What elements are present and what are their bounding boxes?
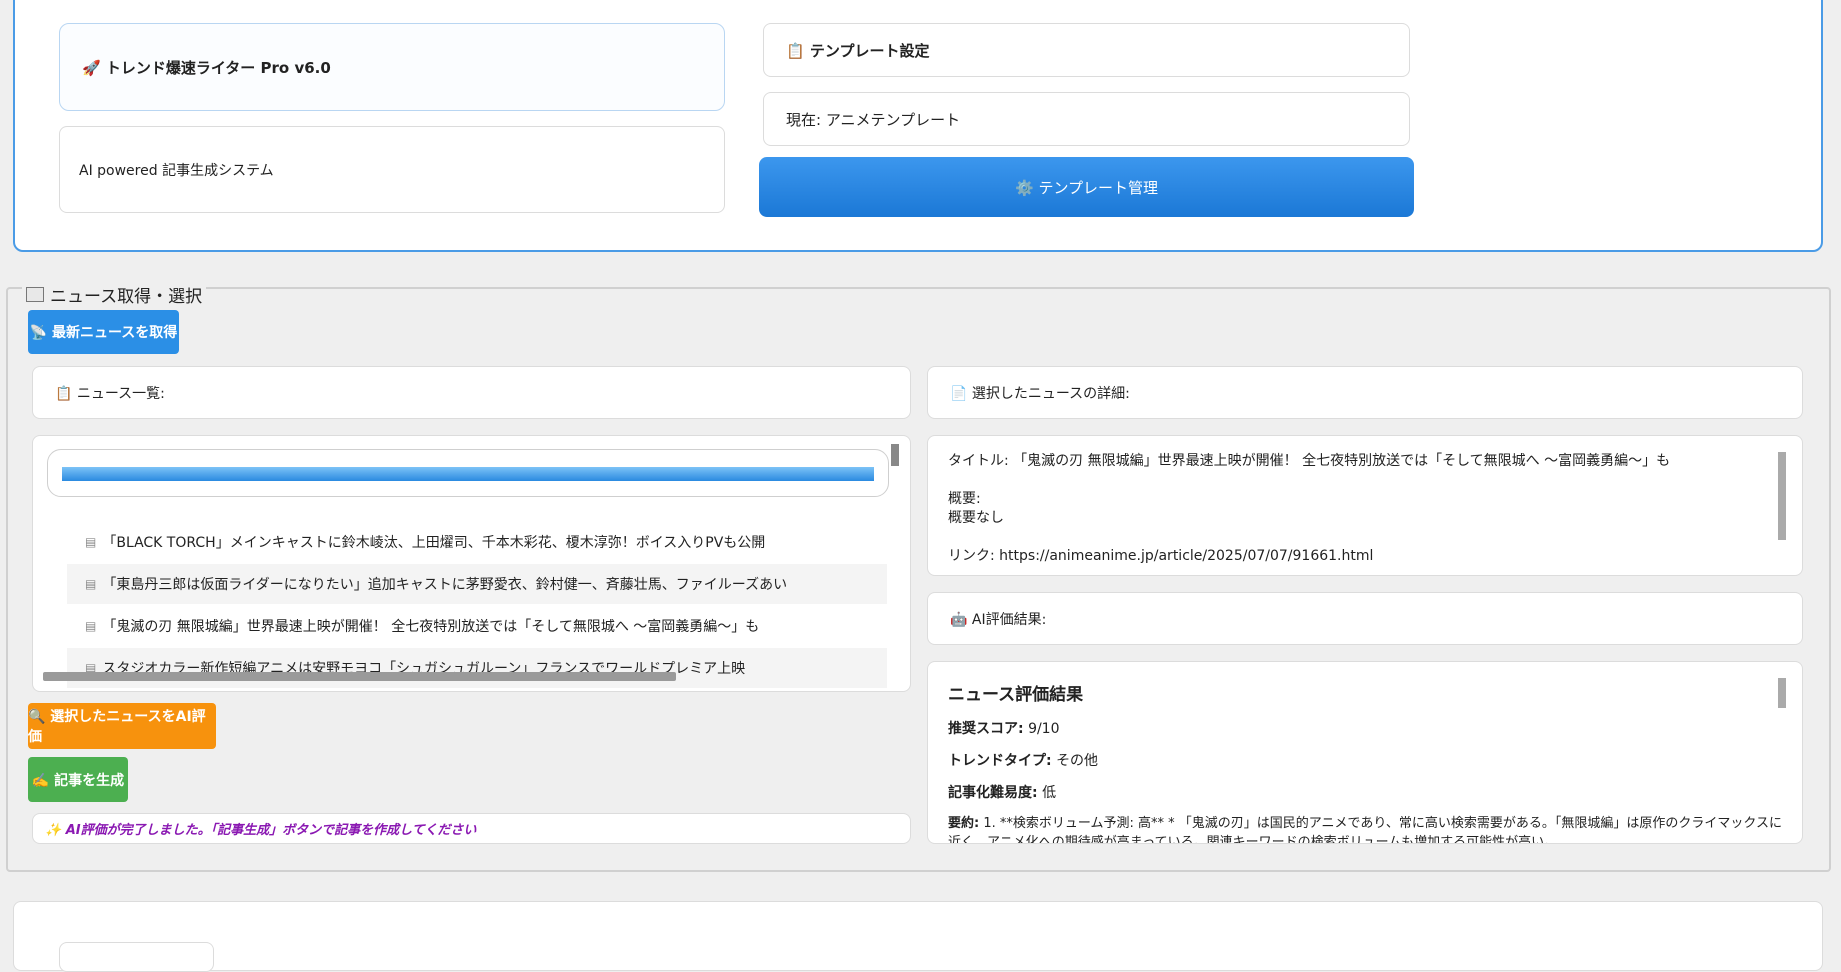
newspaper-icon <box>26 286 44 302</box>
template-manage-button[interactable]: ⚙️ テンプレート管理 <box>759 157 1414 217</box>
status-message: ✨ AI評価が完了しました。「記事生成」ボタンで記事を作成してください <box>32 813 911 844</box>
news-list-horizontal-scrollbar[interactable] <box>43 672 676 681</box>
ai-summary-row: 要約: 1. **検索ボリューム予測: 高** * 「鬼滅の刃」は国民的アニメで… <box>948 814 1782 844</box>
list-item[interactable]: ▤ スタジオカラー新作短編アニメは安野モヨコ「シュガシュガルーン」フランスでワー… <box>67 648 887 688</box>
news-item-title: 「東島丹三郎は仮面ライダーになりたい」追加キャストに茅野愛衣、鈴村健一、斉藤壮馬… <box>102 577 788 593</box>
list-item[interactable]: ▤ 「BLACK TORCH」メインキャストに鈴木崚汰、上田燿司、千本木彩花、榎… <box>67 522 887 562</box>
generate-article-button[interactable]: ✍️ 記事を生成 <box>28 757 128 802</box>
detail-vertical-scrollbar[interactable] <box>1778 452 1786 540</box>
ai-summary-value: 1. **検索ボリューム予測: 高** * 「鬼滅の刃」は国民的アニメであり、常… <box>948 816 1782 844</box>
news-list[interactable]: ▤ 「BLACK TORCH」メインキャストに鈴木崚汰、上田燿司、千本木彩花、榎… <box>32 435 911 692</box>
news-section-legend: ニュース取得・選択 <box>22 282 207 307</box>
ai-result-panel[interactable]: ニュース評価結果 推奨スコア: 9/10 トレンドタイプ: その他 記事化難易度… <box>927 661 1803 844</box>
ai-score-row: 推奨スコア: 9/10 <box>948 718 1782 738</box>
detail-link: リンク: https://animeanime.jp/article/2025/… <box>948 548 1374 564</box>
news-detail-label: 📄 選択したニュースの詳細: <box>927 366 1803 419</box>
ai-score-label: 推奨スコア: <box>948 721 1024 737</box>
detail-summary-label: 概要: <box>948 491 981 507</box>
newspaper-icon: ▤ <box>85 577 97 591</box>
ai-evaluate-button[interactable]: 🔍 選択したニュースをAI評価 <box>28 703 216 749</box>
ai-summary-label: 要約: <box>948 816 980 831</box>
newspaper-icon: ▤ <box>85 535 97 549</box>
ai-difficulty-label: 記事化難易度: <box>948 785 1038 801</box>
ai-result-heading: ニュース評価結果 <box>948 685 1084 705</box>
ai-score-value: 9/10 <box>1028 721 1060 737</box>
fetch-news-button[interactable]: 📡 最新ニュースを取得 <box>28 310 179 354</box>
ai-result-label: 🤖 AI評価結果: <box>927 592 1803 645</box>
app-subtitle: AI powered 記事生成システム <box>59 126 725 213</box>
news-detail-textarea[interactable]: タイトル: 「鬼滅の刃 無限城編」世界最速上映が開催！ 全七夜特別放送では「そし… <box>927 435 1803 576</box>
list-item[interactable]: ▤ 「東島丹三郎は仮面ライダーになりたい」追加キャストに茅野愛衣、鈴村健一、斉藤… <box>67 564 887 604</box>
news-section-legend-label: ニュース取得・選択 <box>50 286 203 307</box>
detail-title: タイトル: 「鬼滅の刃 無限城編」世界最速上映が開催！ 全七夜特別放送では「そし… <box>948 453 1671 469</box>
ai-difficulty-row: 記事化難易度: 低 <box>948 782 1782 802</box>
app-title: 🚀 トレンド爆速ライター Pro v6.0 <box>59 23 725 111</box>
next-section-panel <box>13 901 1823 971</box>
news-list-label: 📋 ニュース一覧: <box>32 366 911 419</box>
ai-trend-label: トレンドタイプ: <box>948 753 1052 769</box>
template-settings-label: 📋 テンプレート設定 <box>763 23 1410 77</box>
ai-result-vertical-scrollbar[interactable] <box>1778 678 1786 708</box>
newspaper-icon: ▤ <box>85 619 97 633</box>
news-item-title: 「BLACK TORCH」メインキャストに鈴木崚汰、上田燿司、千本木彩花、榎木淳… <box>102 535 766 551</box>
ai-trend-value: その他 <box>1056 753 1099 769</box>
next-section-inner-card <box>59 942 214 972</box>
current-template-display: 現在: アニメテンプレート <box>763 92 1410 146</box>
progress-bar <box>62 467 874 481</box>
list-item[interactable]: ▤ 「鬼滅の刃 無限城編」世界最速上映が開催！ 全七夜特別放送では「そして無限城… <box>67 606 887 646</box>
news-list-vertical-scrollbar[interactable] <box>891 444 899 466</box>
ai-difficulty-value: 低 <box>1042 785 1057 801</box>
ai-trend-row: トレンドタイプ: その他 <box>948 750 1782 770</box>
detail-summary-value: 概要なし <box>948 510 1004 526</box>
news-item-title: 「鬼滅の刃 無限城編」世界最速上映が開催！ 全七夜特別放送では「そして無限城へ … <box>102 619 760 635</box>
progress-frame <box>47 449 889 497</box>
